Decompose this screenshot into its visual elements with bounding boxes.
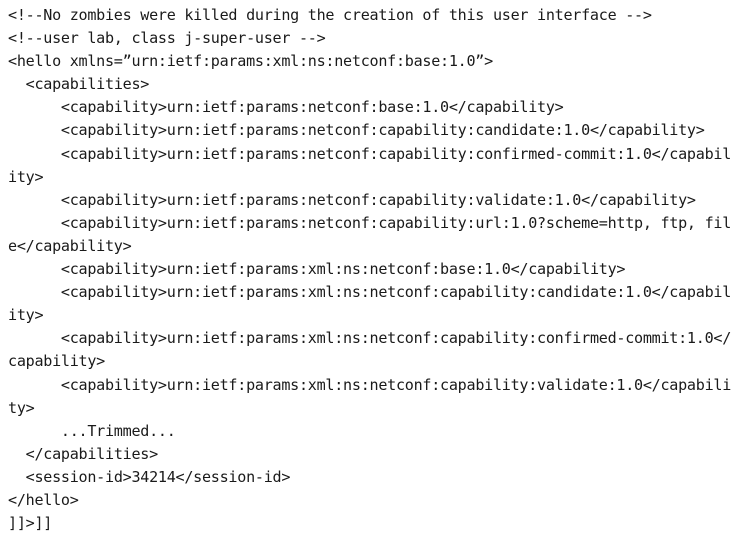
xml-hello-message-text: <!--No zombies were killed during the cr… [8, 6, 732, 533]
code-listing-pane: <!--No zombies were killed during the cr… [0, 0, 747, 532]
